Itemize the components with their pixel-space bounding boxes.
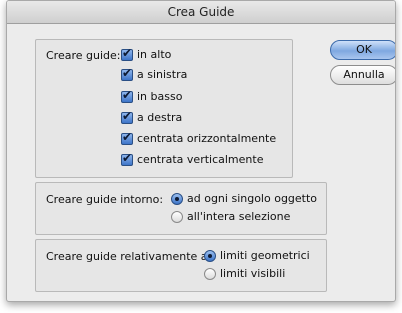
checkbox-bottom-label: in basso: [137, 90, 183, 103]
radio-each-object-label: ad ogni singolo oggetto: [187, 192, 318, 205]
checkbox-right-label: a destra: [137, 111, 183, 124]
checkbox-checked-icon[interactable]: [121, 66, 133, 81]
radio-geometric-bounds-label: limiti geometrici: [220, 249, 310, 262]
relative-label: Creare guide relativamente a:: [46, 250, 212, 263]
checkbox-center-horizontal-label: centrata orizzontalmente: [137, 132, 277, 145]
radio-each-object[interactable]: ad ogni singolo oggetto: [171, 192, 317, 205]
around-group: Creare guide intorno: ad ogni singolo og…: [35, 182, 327, 235]
checkbox-right[interactable]: a destra: [121, 109, 183, 124]
radio-selected-icon[interactable]: [171, 192, 183, 205]
checkbox-top[interactable]: in alto: [121, 46, 172, 61]
radio-geometric-bounds[interactable]: limiti geometrici: [204, 249, 310, 262]
radio-visible-bounds-label: limiti visibili: [220, 267, 286, 280]
cancel-button[interactable]: Annulla: [330, 65, 395, 85]
checkbox-top-label: in alto: [137, 48, 172, 61]
checkbox-center-vertical-label: centrata verticalmente: [137, 153, 264, 166]
checkbox-left-label: a sinistra: [137, 68, 188, 81]
radio-unselected-icon[interactable]: [204, 267, 216, 280]
ok-button[interactable]: OK: [330, 40, 395, 60]
checkbox-center-horizontal[interactable]: centrata orizzontalmente: [121, 130, 277, 145]
checkbox-checked-icon[interactable]: [121, 46, 133, 61]
checkbox-checked-icon[interactable]: [121, 109, 133, 124]
checkbox-left[interactable]: a sinistra: [121, 66, 188, 81]
relative-group: Creare guide relativamente a: limiti geo…: [35, 239, 327, 292]
create-guides-label: Creare guide:: [46, 49, 121, 62]
radio-visible-bounds[interactable]: limiti visibili: [204, 267, 285, 280]
checkbox-checked-icon[interactable]: [121, 130, 133, 145]
radio-unselected-icon[interactable]: [171, 210, 183, 223]
dialog-window: Crea Guide Creare guide: in alto a sinis…: [6, 0, 396, 302]
radio-whole-selection-label: all'intera selezione: [187, 210, 291, 223]
checkbox-checked-icon[interactable]: [121, 151, 133, 166]
radio-whole-selection[interactable]: all'intera selezione: [171, 210, 290, 223]
checkbox-bottom[interactable]: in basso: [121, 88, 183, 103]
window-title: Crea Guide: [7, 1, 395, 24]
radio-selected-icon[interactable]: [204, 249, 216, 262]
checkbox-center-vertical[interactable]: centrata verticalmente: [121, 151, 264, 166]
create-guides-group: Creare guide: in alto a sinistra in bass…: [35, 39, 293, 178]
around-label: Creare guide intorno:: [46, 193, 164, 206]
checkbox-checked-icon[interactable]: [121, 88, 133, 103]
